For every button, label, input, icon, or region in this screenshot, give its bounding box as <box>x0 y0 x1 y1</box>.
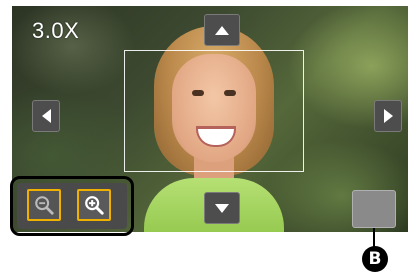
arrow-up-icon <box>215 25 229 35</box>
zoom-out-button[interactable] <box>27 189 61 221</box>
zoom-in-button[interactable] <box>77 189 111 221</box>
zoom-control-panel <box>10 176 134 236</box>
zoom-control-inner <box>17 183 127 229</box>
arrow-left-icon <box>41 109 51 123</box>
arrow-right-icon <box>383 109 393 123</box>
callout-badge-b: B <box>362 246 388 272</box>
zoom-out-icon <box>35 196 54 215</box>
move-down-button[interactable] <box>204 192 240 224</box>
move-left-button[interactable] <box>32 100 60 132</box>
zoom-frame <box>124 50 304 172</box>
move-right-button[interactable] <box>374 100 402 132</box>
arrow-down-icon <box>215 203 229 213</box>
zoom-readout: 3.0X <box>32 18 80 43</box>
move-up-button[interactable] <box>204 14 240 46</box>
b-button[interactable] <box>352 190 396 228</box>
zoom-in-icon <box>85 196 104 215</box>
